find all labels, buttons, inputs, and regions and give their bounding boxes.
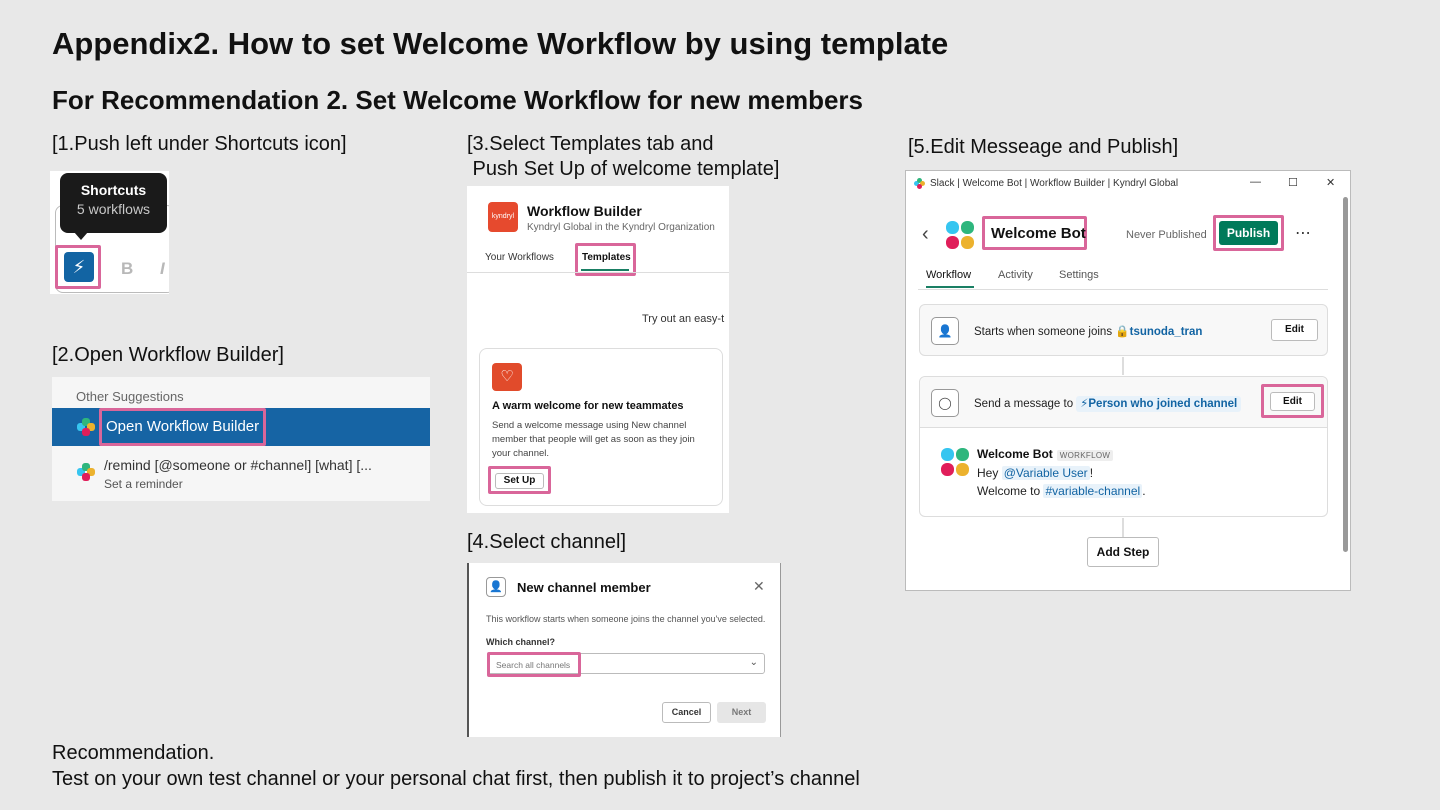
trigger-text: Starts when someone joins 🔒tsunoda_tran	[974, 324, 1202, 338]
kyndryl-logo: kyndryl	[488, 202, 518, 232]
step5-label: [5.Edit Messeage and Publish]	[908, 136, 1179, 158]
message-step-header: ◯ Send a message to ⚡Person who joined c…	[920, 377, 1327, 428]
trigger-channel: 🔒tsunoda_tran	[1115, 326, 1203, 338]
next-button[interactable]: Next	[717, 702, 766, 723]
tab-activity[interactable]: Activity	[998, 269, 1033, 281]
close-icon[interactable]: ✕	[753, 578, 765, 595]
tooltip-title: Shortcuts	[80, 182, 147, 198]
cancel-button[interactable]: Cancel	[662, 702, 711, 723]
suggestions-screenshot: Other Suggestions Open Workflow Builder …	[52, 377, 430, 501]
bold-icon[interactable]: B	[121, 259, 133, 279]
page-title: Appendix2. How to set Welcome Workflow b…	[52, 26, 949, 61]
message-line-1: Hey @Variable User!	[977, 466, 1094, 480]
footer-line-2: Test on your own test channel or your pe…	[52, 768, 860, 790]
edit-publish-screenshot: Slack | Welcome Bot | Workflow Builder |…	[905, 170, 1351, 591]
step2-label: [2.Open Workflow Builder]	[52, 344, 284, 366]
template-title: A warm welcome for new teammates	[492, 400, 684, 412]
back-chevron-icon[interactable]: ‹	[922, 223, 929, 246]
highlight-box: Set Up	[488, 466, 551, 494]
variable-channel: #variable-channel	[1043, 484, 1143, 498]
suggestions-section-label: Other Suggestions	[76, 389, 184, 404]
workflow-builder-screenshot: kyndryl Workflow Builder Kyndryl Global …	[467, 186, 729, 513]
welcome-template-card[interactable]: ♡ A warm welcome for new teammates Send …	[479, 348, 723, 506]
channel-search-placeholder[interactable]: Search all channels	[496, 660, 570, 670]
dialog-description: This workflow starts when someone joins …	[486, 614, 766, 624]
minimize-icon[interactable]: —	[1250, 176, 1261, 188]
trigger-label: Starts when someone joins	[974, 326, 1113, 338]
chevron-down-icon: ⌄	[749, 657, 758, 668]
maximize-icon[interactable]: ☐	[1288, 176, 1298, 189]
shortcuts-screenshot: Shortcuts 5 workflows ⚡ B I	[50, 171, 169, 294]
try-out-text: Try out an easy-t	[642, 313, 725, 325]
person-icon: 👤	[931, 317, 959, 345]
person-icon: 👤	[486, 577, 506, 597]
footer-line-1: Recommendation.	[52, 742, 215, 764]
highlight-box: Search all channels	[487, 652, 581, 677]
edit-trigger-button[interactable]: Edit	[1271, 319, 1318, 341]
connector-line	[1122, 518, 1124, 537]
connector-line	[1122, 357, 1124, 375]
tooltip-tail	[74, 232, 88, 240]
page-subtitle: For Recommendation 2. Set Welcome Workfl…	[52, 85, 863, 115]
tab-workflow[interactable]: Workflow	[926, 269, 971, 281]
step3-label-line1: [3.Select Templates tab and	[467, 133, 714, 155]
highlight-box: Welcome Bot	[982, 216, 1087, 250]
edit-message-button[interactable]: Edit	[1270, 392, 1315, 411]
step1-label: [1.Push left under Shortcuts icon]	[52, 133, 347, 155]
publish-status: Never Published	[1126, 229, 1207, 241]
highlight-box: Publish	[1213, 215, 1284, 251]
slack-logo-icon	[77, 418, 95, 436]
send-target: ⚡Person who joined channel	[1076, 396, 1242, 412]
window-title: Slack | Welcome Bot | Workflow Builder |…	[930, 178, 1179, 189]
shortcuts-tooltip: Shortcuts 5 workflows	[60, 173, 167, 233]
message-icon: ◯	[931, 389, 959, 417]
highlight-box: Edit	[1261, 384, 1324, 418]
workflow-name[interactable]: Welcome Bot	[991, 225, 1086, 242]
divider	[467, 272, 729, 273]
set-up-button[interactable]: Set Up	[495, 473, 544, 489]
dialog-title: New channel member	[517, 580, 651, 595]
active-tab-indicator	[581, 269, 629, 271]
add-step-button[interactable]: Add Step	[1087, 537, 1159, 567]
step3-label-line2: Push Set Up of welcome template]	[467, 158, 780, 180]
new-channel-member-screenshot: 👤 New channel member ✕ This workflow sta…	[467, 563, 781, 737]
tooltip-subtitle: 5 workflows	[76, 201, 151, 217]
slack-logo-icon	[914, 178, 926, 190]
org-label: Kyndryl Global in the Kyndryl Organizati…	[527, 222, 715, 233]
italic-icon[interactable]: I	[160, 259, 165, 279]
publish-button[interactable]: Publish	[1219, 221, 1278, 245]
remind-command: /remind [@someone or #channel] [what] [.…	[104, 457, 372, 473]
tab-your-workflows[interactable]: Your Workflows	[485, 252, 554, 263]
open-workflow-builder-label[interactable]: Open Workflow Builder	[99, 408, 267, 446]
send-message-text: Send a message to ⚡Person who joined cha…	[974, 396, 1242, 412]
app-logo	[946, 221, 976, 251]
highlight-box: ⚡	[55, 245, 101, 289]
variable-user: @Variable User	[1001, 466, 1090, 480]
heart-icon: ♡	[492, 363, 522, 391]
trigger-step-card: 👤 Starts when someone joins 🔒tsunoda_tra…	[919, 304, 1328, 356]
tab-settings[interactable]: Settings	[1059, 269, 1099, 281]
footer-recommendation: Recommendation. Test on your own test ch…	[52, 740, 860, 792]
close-icon[interactable]: ✕	[1326, 176, 1335, 189]
step4-label: [4.Select channel]	[467, 531, 626, 553]
message-line-2: Welcome to #variable-channel.	[977, 484, 1146, 498]
scrollbar[interactable]	[1343, 197, 1348, 552]
tab-templates[interactable]: Templates	[582, 252, 631, 263]
active-tab-indicator	[926, 286, 974, 288]
more-options-icon[interactable]: ⋯	[1295, 223, 1311, 243]
bot-name: Welcome Bot WORKFLOW	[977, 447, 1114, 461]
send-label: Send a message to	[974, 398, 1074, 410]
open-workflow-builder-row[interactable]: Open Workflow Builder	[52, 408, 430, 446]
which-channel-label: Which channel?	[486, 637, 556, 647]
workflow-builder-title: Workflow Builder	[527, 203, 642, 219]
message-step-card: ◯ Send a message to ⚡Person who joined c…	[919, 376, 1328, 517]
divider	[918, 289, 1328, 290]
template-description: Send a welcome message using New channel…	[492, 420, 695, 459]
slack-logo-icon	[77, 463, 95, 481]
workflow-badge: WORKFLOW	[1056, 450, 1114, 461]
remind-description: Set a reminder	[104, 477, 183, 491]
bot-avatar	[941, 448, 971, 478]
shortcuts-lightning-icon[interactable]: ⚡	[64, 252, 94, 282]
